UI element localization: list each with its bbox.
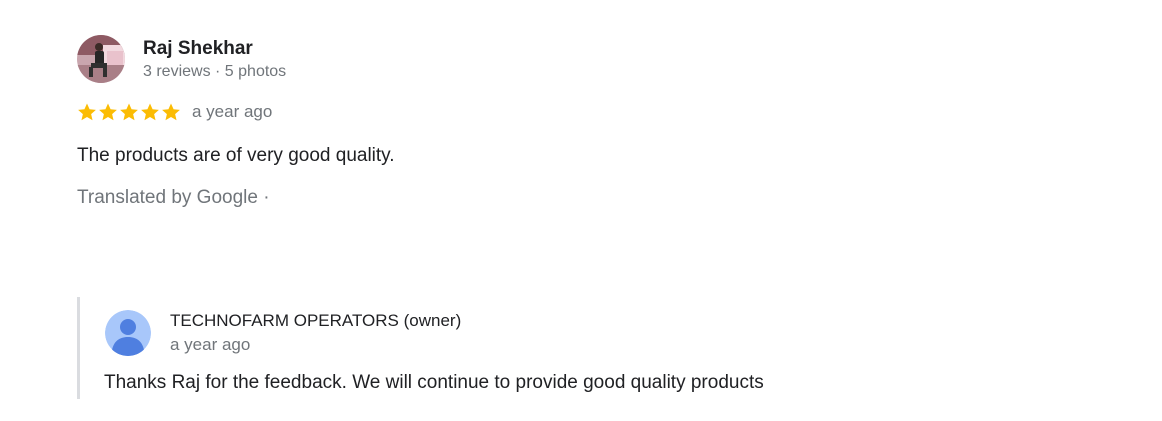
owner-info: TECHNOFARM OPERATORS (owner) a year ago — [170, 310, 461, 356]
review-card: Raj Shekhar 3 reviews · 5 photos a year … — [77, 34, 1077, 210]
reviewer-photo-icon — [77, 35, 125, 83]
review-time: a year ago — [192, 102, 273, 121]
reviewer-avatar[interactable] — [77, 35, 125, 83]
review-header: Raj Shekhar 3 reviews · 5 photos — [77, 34, 1077, 84]
default-person-icon — [105, 310, 151, 356]
author-name[interactable]: Raj Shekhar — [143, 37, 286, 61]
owner-reply-header: TECHNOFARM OPERATORS (owner) a year ago — [105, 310, 461, 356]
translated-by-google-label: Translated by Google · — [77, 187, 270, 208]
star-icon — [120, 103, 138, 121]
rating-row: a year ago — [77, 101, 1077, 123]
review-text: The products are of very good quality. — [77, 145, 395, 166]
star-rating — [77, 102, 181, 122]
star-icon — [162, 103, 180, 121]
owner-name: TECHNOFARM OPERATORS (owner) — [170, 311, 462, 330]
author-info: Raj Shekhar 3 reviews · 5 photos — [143, 37, 286, 82]
owner-avatar — [105, 310, 151, 356]
author-meta: 3 reviews · 5 photos — [143, 62, 287, 80]
owner-reply: TECHNOFARM OPERATORS (owner) a year ago … — [77, 297, 1080, 399]
star-icon — [99, 103, 117, 121]
owner-reply-text: Thanks Raj for the feedback. We will con… — [104, 372, 764, 393]
star-icon — [78, 103, 96, 121]
star-icon — [141, 103, 159, 121]
owner-reply-time: a year ago — [170, 335, 251, 354]
